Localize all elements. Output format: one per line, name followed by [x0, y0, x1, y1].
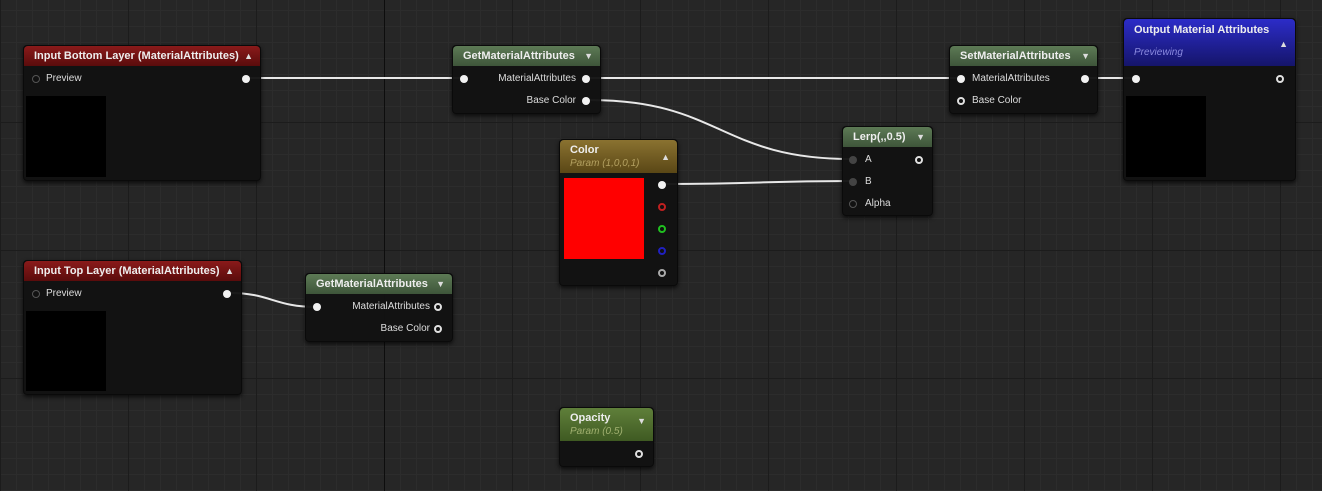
- node-header[interactable]: Opacity ▼ Param (0.5): [560, 408, 653, 441]
- expand-icon[interactable]: ▼: [1081, 46, 1090, 66]
- node-header[interactable]: GetMaterialAttributes ▼: [306, 274, 452, 294]
- base-color-label: Base Color: [526, 95, 576, 106]
- wire-top-to-get2: [229, 292, 317, 308]
- set-material-attributes-node[interactable]: SetMaterialAttributes ▼ MaterialAttribute…: [949, 45, 1098, 114]
- input-pin[interactable]: [313, 303, 321, 311]
- alpha-in-pin[interactable]: [849, 200, 857, 208]
- input-top-layer-node[interactable]: Input Top Layer (MaterialAttributes) ▲ Pr…: [23, 260, 242, 395]
- preview-thumbnail: [26, 311, 106, 391]
- b-out-pin[interactable]: [658, 247, 666, 255]
- material-attributes-out-pin[interactable]: [582, 75, 590, 83]
- material-attributes-label: MaterialAttributes: [498, 73, 576, 84]
- node-title: Input Bottom Layer (MaterialAttributes): [34, 50, 239, 62]
- node-title: Lerp(,,0.5): [853, 131, 906, 143]
- input-pin[interactable]: [460, 75, 468, 83]
- a-in-pin[interactable]: [849, 156, 857, 164]
- rgb-out-pin[interactable]: [658, 181, 666, 189]
- base-color-out-pin[interactable]: [582, 97, 590, 105]
- previewing-label: Previewing: [1134, 47, 1183, 58]
- collapse-icon[interactable]: ▲: [661, 149, 670, 165]
- wire-color-to-lerp-b: [664, 180, 852, 185]
- node-header[interactable]: Lerp(,,0.5) ▼: [843, 127, 932, 147]
- b-in-pin[interactable]: [849, 178, 857, 186]
- preview-pin[interactable]: [32, 290, 40, 298]
- g-out-pin[interactable]: [658, 225, 666, 233]
- node-header[interactable]: Color ▲ Param (1,0,0,1): [560, 140, 677, 173]
- base-color-in-pin[interactable]: [957, 97, 965, 105]
- node-title: Output Material Attributes: [1134, 24, 1270, 36]
- base-color-label: Base Color: [380, 323, 430, 334]
- preview-label: Preview: [46, 73, 82, 84]
- material-attributes-label: MaterialAttributes: [972, 73, 1050, 84]
- input-bottom-layer-node[interactable]: Input Bottom Layer (MaterialAttributes) ▲…: [23, 45, 261, 181]
- material-attributes-in-pin[interactable]: [957, 75, 965, 83]
- expand-icon[interactable]: ▼: [916, 127, 925, 147]
- base-color-out-pin[interactable]: [434, 325, 442, 333]
- b-label: B: [865, 176, 872, 187]
- node-title: Opacity: [570, 412, 611, 424]
- alpha-label: Alpha: [865, 198, 891, 209]
- output-pin[interactable]: [223, 290, 231, 298]
- node-title: Color: [570, 144, 599, 156]
- node-title: SetMaterialAttributes: [960, 50, 1071, 62]
- graph-axis-line: [384, 0, 385, 491]
- node-header[interactable]: SetMaterialAttributes ▼: [950, 46, 1097, 66]
- node-header[interactable]: Input Top Layer (MaterialAttributes) ▲: [24, 261, 241, 281]
- output-pin[interactable]: [1276, 75, 1284, 83]
- color-swatch: [564, 178, 644, 259]
- expand-icon[interactable]: ▼: [584, 46, 593, 66]
- node-header[interactable]: Output Material Attributes ▲ Previewing: [1124, 19, 1295, 66]
- r-out-pin[interactable]: [658, 203, 666, 211]
- collapse-icon[interactable]: ▲: [225, 261, 234, 281]
- opacity-param-node[interactable]: Opacity ▼ Param (0.5): [559, 407, 654, 467]
- material-attributes-label: MaterialAttributes: [352, 301, 430, 312]
- output-pin[interactable]: [635, 450, 643, 458]
- output-pin[interactable]: [1081, 75, 1089, 83]
- collapse-icon[interactable]: ▲: [244, 46, 253, 66]
- input-pin[interactable]: [1132, 75, 1140, 83]
- base-color-label: Base Color: [972, 95, 1022, 106]
- color-param-node[interactable]: Color ▲ Param (1,0,0,1): [559, 139, 678, 286]
- node-title: GetMaterialAttributes: [316, 278, 428, 290]
- a-out-pin[interactable]: [658, 269, 666, 277]
- preview-label: Preview: [46, 288, 82, 299]
- node-header[interactable]: Input Bottom Layer (MaterialAttributes) ▲: [24, 46, 260, 66]
- get-material-attributes-node[interactable]: GetMaterialAttributes ▼ MaterialAttribute…: [452, 45, 601, 114]
- material-attributes-out-pin[interactable]: [434, 303, 442, 311]
- collapse-icon[interactable]: ▲: [1279, 35, 1288, 53]
- node-title: Input Top Layer (MaterialAttributes): [34, 265, 220, 277]
- lerp-node[interactable]: Lerp(,,0.5) ▼ A B Alpha: [842, 126, 933, 216]
- output-pin[interactable]: [915, 156, 923, 164]
- preview-thumbnail: [1126, 96, 1206, 177]
- node-header[interactable]: GetMaterialAttributes ▼: [453, 46, 600, 66]
- get-material-attributes-node-2[interactable]: GetMaterialAttributes ▼ MaterialAttribute…: [305, 273, 453, 342]
- node-title: GetMaterialAttributes: [463, 50, 575, 62]
- output-material-attributes-node[interactable]: Output Material Attributes ▲ Previewing: [1123, 18, 1296, 181]
- expand-icon[interactable]: ▼: [436, 274, 445, 294]
- output-pin[interactable]: [242, 75, 250, 83]
- preview-thumbnail: [26, 96, 106, 177]
- a-label: A: [865, 154, 872, 165]
- preview-pin[interactable]: [32, 75, 40, 83]
- expand-icon[interactable]: ▼: [637, 413, 646, 429]
